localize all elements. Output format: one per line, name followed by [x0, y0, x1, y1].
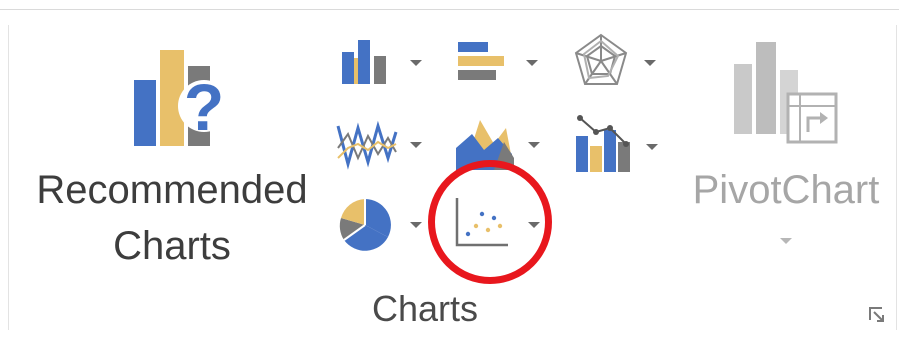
dropdown-arrow[interactable]: [644, 60, 656, 66]
ribbon-top-border: [0, 9, 899, 10]
highlight-circle: [428, 160, 552, 284]
dropdown-arrow[interactable]: [528, 142, 540, 148]
recommended-charts-button[interactable]: ? Recommended Charts: [20, 30, 320, 290]
group-separator-left: [8, 25, 9, 330]
bar-chart-button[interactable]: [452, 38, 548, 90]
dropdown-arrow: [780, 238, 792, 244]
pie-chart-button[interactable]: [334, 194, 430, 254]
svg-text:?: ?: [184, 70, 224, 144]
line-chart-icon: [336, 118, 400, 172]
combo-chart-button[interactable]: [570, 114, 670, 174]
group-label-charts: Charts: [372, 288, 479, 329]
pivotchart-label: PivotChart: [692, 168, 880, 212]
dropdown-arrow[interactable]: [410, 142, 422, 148]
combo-chart-icon: [574, 114, 634, 174]
dialog-launcher-icon[interactable]: [868, 306, 886, 324]
recommended-charts-label-line2: Charts: [113, 224, 231, 268]
dropdown-arrow[interactable]: [410, 60, 422, 66]
pie-chart-icon: [336, 196, 394, 254]
radar-chart-icon: [572, 32, 630, 90]
radar-chart-button[interactable]: [568, 32, 668, 92]
dropdown-arrow[interactable]: [646, 144, 658, 150]
column-chart-icon: [340, 38, 398, 86]
bar-chart-icon: [456, 38, 514, 86]
group-separator-right: [896, 25, 897, 330]
pivotchart-icon: [730, 34, 842, 146]
pivotchart-button[interactable]: PivotChart: [680, 30, 892, 260]
dropdown-arrow[interactable]: [526, 60, 538, 66]
recommended-charts-label-line1: Recommended: [36, 168, 308, 212]
line-chart-button[interactable]: [334, 118, 430, 172]
recommended-charts-icon: ?: [132, 36, 242, 148]
column-chart-button[interactable]: [334, 38, 430, 90]
dropdown-arrow[interactable]: [410, 222, 422, 228]
